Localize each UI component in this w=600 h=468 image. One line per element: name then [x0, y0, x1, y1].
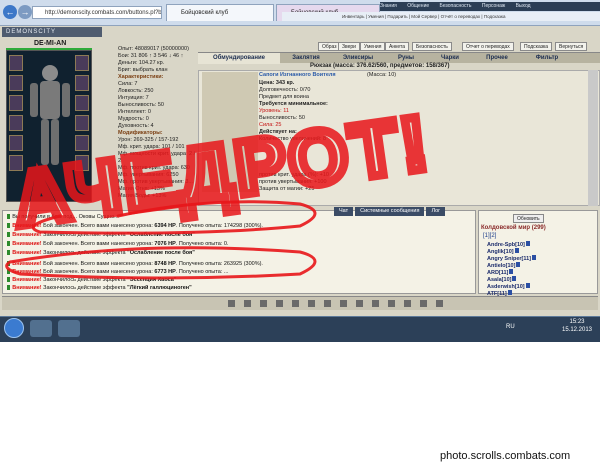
red-scrawl-annotation: АЧЕДРОТ!	[4, 96, 441, 280]
clock-date: 15.12.2013	[561, 327, 593, 333]
photo-credit: photo.scrolls.combats.com	[440, 450, 571, 462]
clock-time: 15:23	[569, 319, 585, 325]
start-icon[interactable]	[4, 318, 24, 338]
scrawl-text: АЧЕДРОТ!	[9, 100, 437, 243]
clock[interactable]: 15:23 15.12.2013	[556, 318, 598, 334]
chrome-taskbar-icon[interactable]	[58, 320, 80, 337]
language-indicator[interactable]: RU	[506, 324, 515, 330]
ie-taskbar-icon[interactable]	[30, 320, 52, 337]
